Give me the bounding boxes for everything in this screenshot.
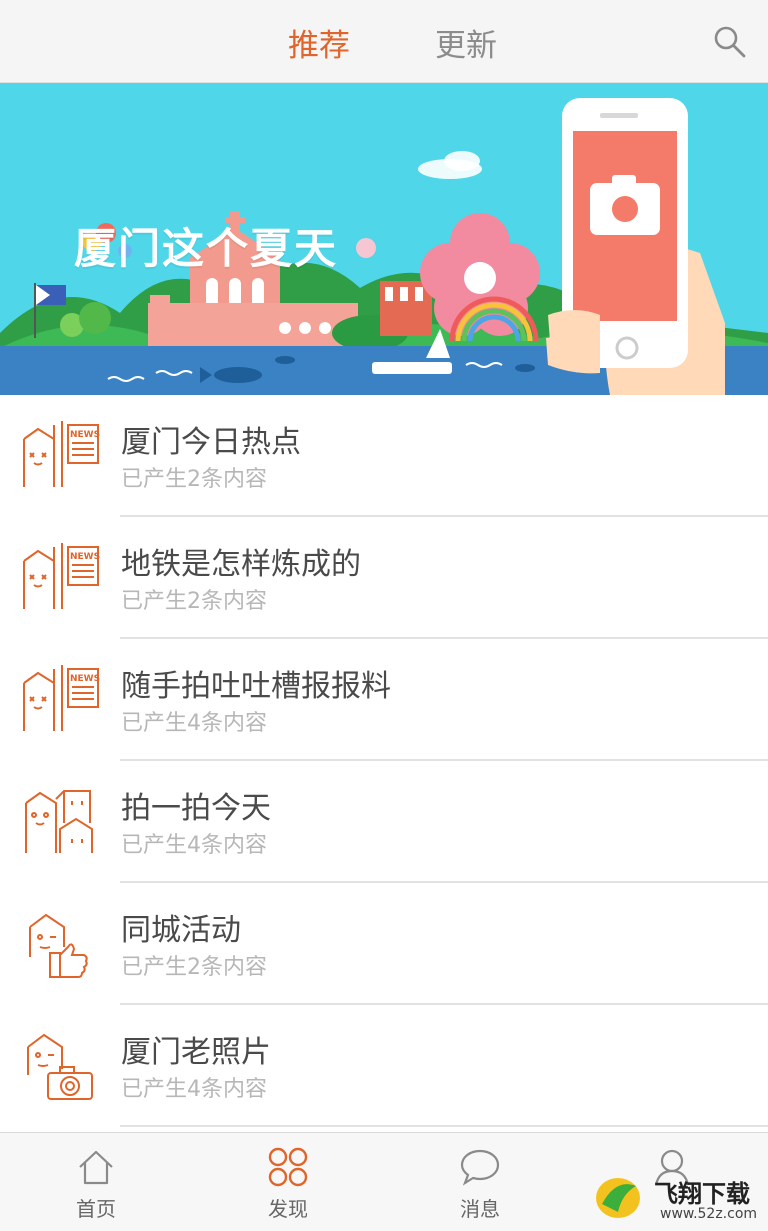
list-item[interactable]: NEWS 地铁是怎样炼成的 已产生2条内容 bbox=[0, 517, 768, 639]
message-icon bbox=[460, 1149, 500, 1186]
list-item-title: 随手拍吐吐槽报报料 bbox=[121, 669, 391, 704]
nav-home[interactable]: 首页 bbox=[36, 1133, 156, 1231]
svg-text:NEWS: NEWS bbox=[70, 674, 100, 684]
list-item-title: 同城活动 bbox=[121, 913, 241, 948]
nav-home-label: 首页 bbox=[76, 1197, 116, 1221]
svg-text:NEWS: NEWS bbox=[70, 552, 100, 562]
list-item[interactable]: NEWS 随手拍吐吐槽报报料 已产生4条内容 bbox=[0, 639, 768, 761]
banner-carousel[interactable]: 厦门这个夏天 bbox=[0, 83, 768, 395]
nav-discover-label: 发现 bbox=[268, 1197, 308, 1221]
list-item[interactable]: NEWS 厦门今日热点 已产生2条内容 bbox=[0, 395, 768, 517]
camera-house-icon bbox=[20, 1029, 100, 1101]
list-item[interactable]: 同城活动 已产生2条内容 bbox=[0, 883, 768, 1005]
list-item-subtitle: 已产生4条内容 bbox=[121, 833, 267, 858]
nav-messages-label: 消息 bbox=[460, 1197, 500, 1221]
watermark-text: 飞翔下载 bbox=[654, 1180, 750, 1208]
list-item-title: 拍一拍今天 bbox=[121, 791, 271, 826]
list-item-title: 地铁是怎样炼成的 bbox=[121, 547, 361, 582]
news-house-icon: NEWS bbox=[20, 663, 100, 735]
list-item-subtitle: 已产生4条内容 bbox=[121, 1077, 267, 1102]
nav-messages[interactable]: 消息 bbox=[420, 1133, 540, 1231]
list-item-subtitle: 已产生2条内容 bbox=[121, 955, 267, 980]
search-button[interactable] bbox=[712, 24, 748, 60]
list-item-subtitle: 已产生2条内容 bbox=[121, 589, 267, 614]
list-item-subtitle: 已产生2条内容 bbox=[121, 467, 267, 492]
banner-title: 厦门这个夏天 bbox=[74, 224, 339, 273]
list-item[interactable]: 厦门老照片 已产生4条内容 bbox=[0, 1005, 768, 1127]
thumbs-up-house-icon bbox=[20, 907, 100, 979]
tab-recommend[interactable]: 推荐 bbox=[288, 20, 350, 65]
home-icon bbox=[79, 1150, 113, 1185]
top-bar: 推荐 更新 bbox=[0, 0, 768, 83]
divider bbox=[120, 1125, 768, 1127]
discover-icon bbox=[268, 1147, 308, 1187]
list-item-subtitle: 已产生4条内容 bbox=[121, 711, 267, 736]
topic-list: NEWS 厦门今日热点 已产生2条内容 NEWS 地铁是怎样炼成的 已产生2条内… bbox=[0, 395, 768, 1127]
news-house-icon: NEWS bbox=[20, 541, 100, 613]
list-item-title: 厦门今日热点 bbox=[121, 425, 301, 460]
buildings-icon bbox=[20, 785, 100, 857]
svg-text:NEWS: NEWS bbox=[70, 430, 100, 440]
tab-updates[interactable]: 更新 bbox=[435, 20, 497, 65]
search-icon bbox=[714, 26, 746, 58]
news-house-icon: NEWS bbox=[20, 419, 100, 491]
nav-discover[interactable]: 发现 bbox=[228, 1133, 348, 1231]
list-item[interactable]: 拍一拍今天 已产生4条内容 bbox=[0, 761, 768, 883]
list-item-title: 厦门老照片 bbox=[121, 1035, 271, 1070]
watermark-url: www.52z.com bbox=[660, 1206, 758, 1222]
